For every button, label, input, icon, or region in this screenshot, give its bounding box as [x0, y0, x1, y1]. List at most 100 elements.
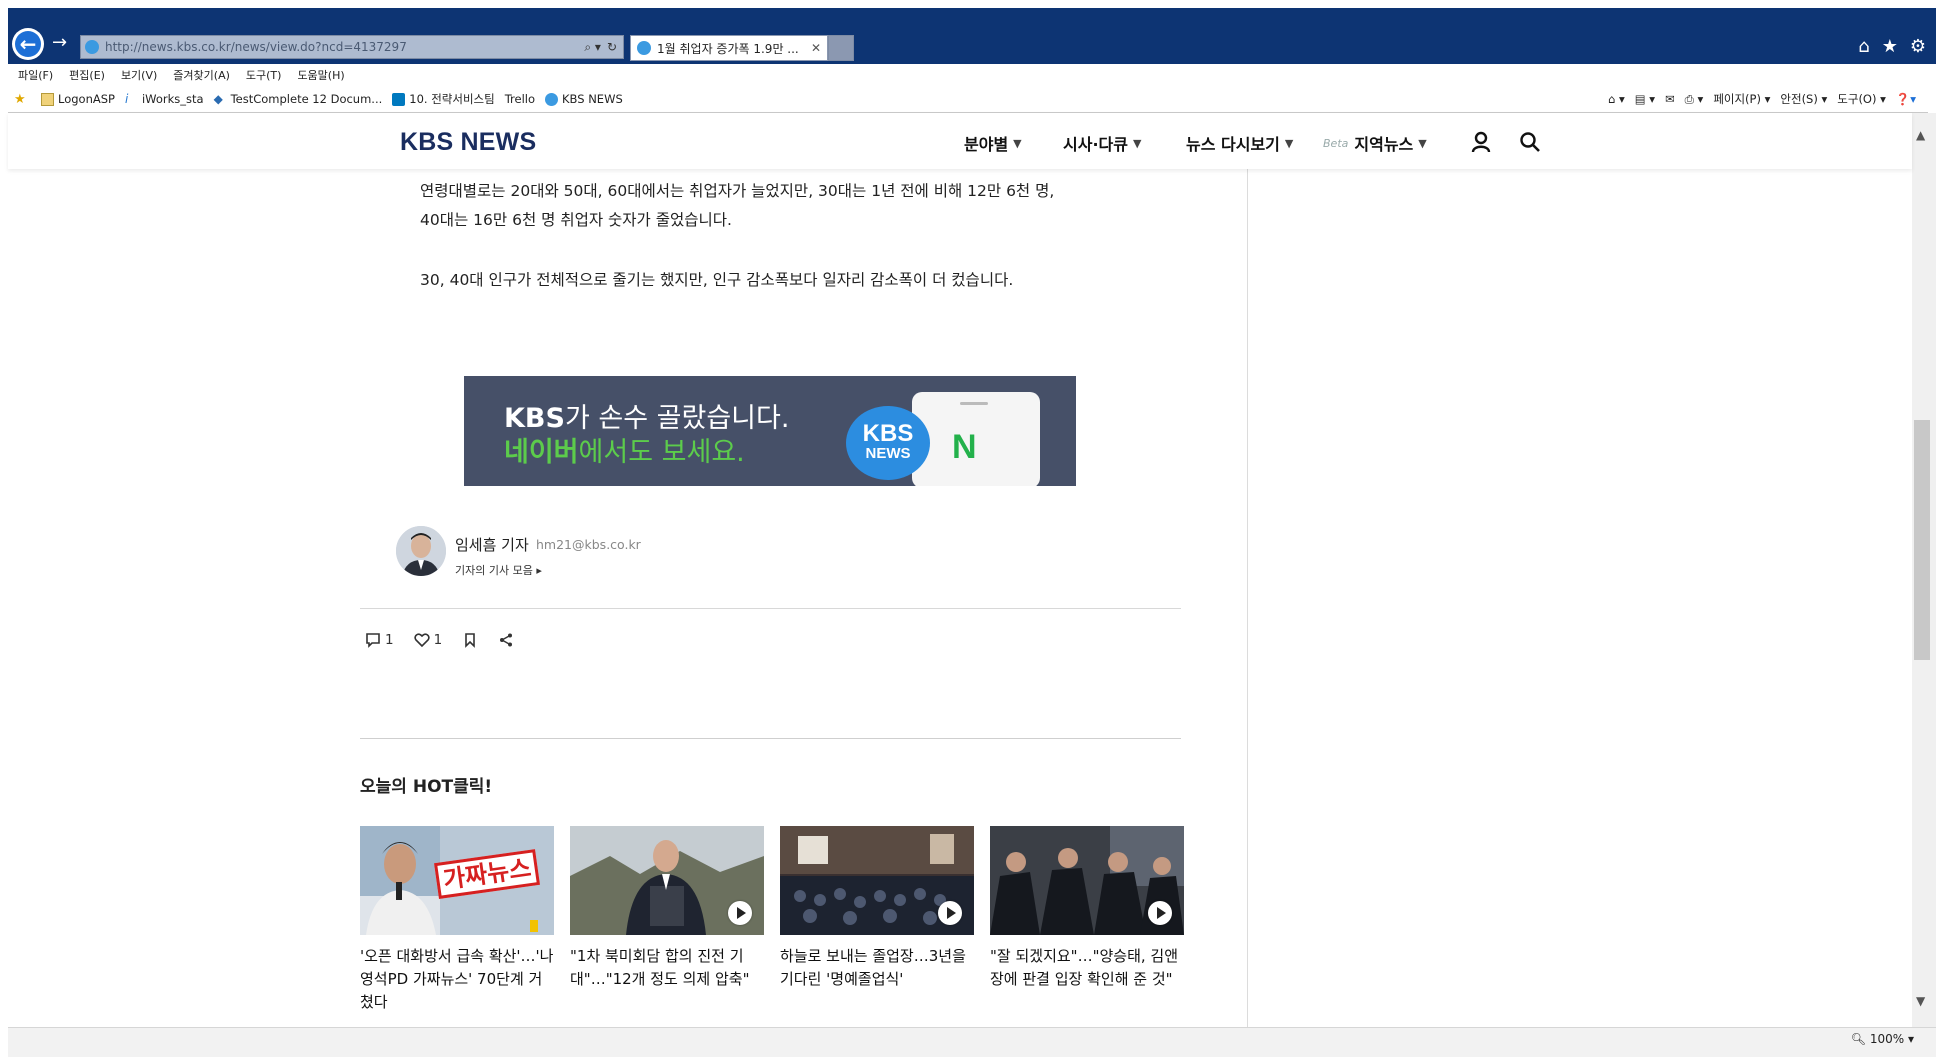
command-bar: ⌂ ▾ ▤ ▾ ✉ ⎙ ▾ 페이지(P) ▾ 안전(S) ▾ 도구(O) ▾ ❓… [1608, 86, 1916, 112]
hot-card-caption[interactable]: 하늘로 보내는 졸업장…3년을 기다린 '명예졸업식' [780, 945, 974, 991]
favorite-trello-board[interactable]: 10. 전략서비스팀 [392, 91, 495, 107]
caret-down-icon: ▼ [1013, 136, 1022, 150]
tab-title: 1월 취업자 증가폭 1.9만 ... [657, 41, 799, 56]
tab-close-icon[interactable]: ✕ [811, 41, 821, 55]
user-icon[interactable] [1470, 131, 1492, 153]
hot-click-title: 오늘의 HOT클릭! [360, 777, 493, 797]
site-favicon-icon [85, 40, 99, 54]
back-button[interactable]: ← [12, 28, 44, 60]
hot-card-caption[interactable]: "1차 북미회담 합의 진전 기대"…"12개 정도 의제 압축" [570, 945, 764, 991]
kbs-news-logo[interactable]: KBS NEWS [400, 128, 536, 157]
home-dropdown-icon[interactable]: ⌂ ▾ [1608, 92, 1625, 106]
help-icon[interactable]: ❓▾ [1896, 92, 1916, 106]
site-header [8, 113, 1912, 169]
reporter-email[interactable]: hm21@kbs.co.kr [536, 537, 641, 552]
menu-edit[interactable]: 편집(E) [69, 67, 105, 83]
search-dropdown-icon[interactable]: ⌕ ▾ [584, 40, 601, 55]
hot-card-thumbnail[interactable] [990, 826, 1184, 935]
menu-help[interactable]: 도움말(H) [297, 67, 344, 83]
hot-card[interactable]: "1차 북미회담 합의 진전 기대"…"12개 정도 의제 압축" [570, 826, 764, 991]
favorites-star-icon[interactable]: ★ [1882, 36, 1898, 57]
page-icon [41, 92, 54, 106]
command-page[interactable]: 페이지(P) ▾ [1713, 91, 1770, 107]
nav-replay[interactable]: 뉴스 다시보기 ▼ [1186, 131, 1293, 155]
address-url[interactable]: http://news.kbs.co.kr/news/view.do?ncd=4… [105, 40, 584, 54]
hot-card[interactable]: 가짜뉴스 '오픈 대화방서 급속 확산'…'나영석PD 가짜뉴스' 70단계 거… [360, 826, 554, 1014]
scrollbar-thumb[interactable] [1914, 420, 1930, 660]
favorite-testcomplete[interactable]: ◆ TestComplete 12 Docum... [214, 92, 383, 106]
status-bar [8, 1027, 1936, 1057]
hot-card-thumbnail[interactable] [570, 826, 764, 935]
scroll-up-icon[interactable]: ▲ [1916, 128, 1925, 142]
scroll-down-icon[interactable]: ▼ [1916, 994, 1925, 1008]
ie-icon: i [124, 91, 129, 106]
new-tab-button[interactable] [828, 35, 854, 61]
favorite-logonasp[interactable]: LogonASP [41, 92, 115, 106]
zoom-control[interactable]: 🔍︎ 100% ▾ [1851, 1032, 1914, 1046]
caret-down-icon: ▼ [1284, 136, 1294, 150]
back-arrow-icon: ← [15, 31, 41, 57]
address-bar[interactable]: http://news.kbs.co.kr/news/view.do?ncd=4… [80, 35, 624, 59]
hot-card[interactable]: "잘 되겠지요"…"양승태, 김앤장에 판결 입장 확인해 준 것" [990, 826, 1184, 991]
testcomplete-icon: ◆ [213, 91, 223, 106]
sidebar-divider [1247, 169, 1248, 1027]
bookmark-icon [465, 633, 475, 648]
ad-subline: 네이버에서도 보세요. [504, 437, 745, 468]
hot-card-caption[interactable]: "잘 되겠지요"…"양승태, 김앤장에 판결 입장 확인해 준 것" [990, 945, 1184, 991]
article-paragraph: 연령대별로는 20대와 50대, 60대에서는 취업자가 늘었지만, 30대는 … [420, 182, 1055, 229]
nav-current-affairs[interactable]: 시사·다큐 ▼ [1063, 131, 1141, 155]
menu-favorites[interactable]: 즐겨찾기(A) [173, 67, 230, 83]
nav-category[interactable]: 분야별 ▼ [964, 131, 1022, 155]
command-safety[interactable]: 안전(S) ▾ [1780, 91, 1827, 107]
share-icon [500, 633, 513, 647]
menu-bar: 파일(F) 편집(E) 보기(V) 즐겨찾기(A) 도구(T) 도움말(H) [8, 64, 1936, 86]
play-icon[interactable] [728, 901, 752, 925]
home-icon[interactable]: ⌂ [1858, 36, 1869, 57]
play-icon[interactable] [938, 901, 962, 925]
settings-gear-icon[interactable]: ⚙ [1910, 36, 1926, 57]
trello-icon [392, 92, 406, 106]
favorite-iworks[interactable]: i iWorks_sta [125, 92, 204, 106]
forward-arrow-icon[interactable]: → [52, 34, 67, 52]
menu-file[interactable]: 파일(F) [18, 67, 53, 83]
like-button[interactable]: 1 [413, 632, 442, 648]
reporter-avatar[interactable] [396, 526, 446, 576]
command-tools[interactable]: 도구(O) ▾ [1837, 91, 1886, 107]
nav-local-news[interactable]: Beta 지역뉴스 ▼ [1323, 131, 1427, 155]
comment-icon [366, 633, 380, 648]
caret-down-icon: ▼ [1418, 136, 1427, 150]
favorites-star-add-icon[interactable]: ★ [14, 93, 31, 106]
tab-favicon-icon [637, 41, 651, 55]
caret-down-icon: ▼ [1132, 136, 1142, 150]
reporter-articles-link[interactable]: 기자의 기사 모음 ▸ [455, 562, 542, 578]
browser-tab-active[interactable]: 1월 취업자 증가폭 1.9만 ... ✕ [630, 35, 828, 61]
kbs-news-bubble-icon: KBS NEWS [846, 406, 930, 480]
menu-tools[interactable]: 도구(T) [246, 67, 282, 83]
play-icon[interactable] [1148, 901, 1172, 925]
refresh-icon[interactable]: ↻ [607, 40, 617, 54]
kbs-favicon-icon [545, 92, 559, 106]
naver-logo-icon: N [952, 428, 977, 466]
naver-ad-banner[interactable]: KBS가 손수 골랐습니다. 네이버에서도 보세요. N KBS NEWS [464, 376, 1076, 486]
hot-card-thumbnail[interactable] [780, 826, 974, 935]
divider [360, 738, 1181, 739]
bookmark-button[interactable] [462, 632, 478, 648]
article-paragraph: 30, 40대 인구가 전체적으로 줄기는 했지만, 인구 감소폭보다 일자리 … [420, 271, 1014, 289]
feeds-icon[interactable]: ▤ ▾ [1635, 92, 1655, 106]
search-icon[interactable] [1519, 131, 1541, 153]
print-icon[interactable]: ⎙ ▾ [1685, 92, 1704, 107]
mail-icon[interactable]: ✉ [1665, 92, 1675, 106]
comment-button[interactable]: 1 [365, 632, 394, 648]
beta-label: Beta [1323, 136, 1349, 150]
hot-card-thumbnail[interactable]: 가짜뉴스 [360, 826, 554, 935]
favorite-kbs-news[interactable]: KBS NEWS [545, 92, 623, 106]
share-button[interactable] [498, 632, 514, 648]
menu-view[interactable]: 보기(V) [121, 67, 157, 83]
hot-card-caption[interactable]: '오픈 대화방서 급속 확산'…'나영석PD 가짜뉴스' 70단계 거쳤다 [360, 945, 554, 1014]
reporter-name[interactable]: 임세흠 기자 [455, 534, 529, 555]
hot-card[interactable]: 하늘로 보내는 졸업장…3년을 기다린 '명예졸업식' [780, 826, 974, 991]
browser-toolbar-icons: ⌂ ★ ⚙ [1858, 36, 1926, 57]
article-actions: 1 1 [365, 632, 534, 648]
divider [360, 608, 1181, 609]
favorite-trello[interactable]: Trello [505, 92, 535, 106]
